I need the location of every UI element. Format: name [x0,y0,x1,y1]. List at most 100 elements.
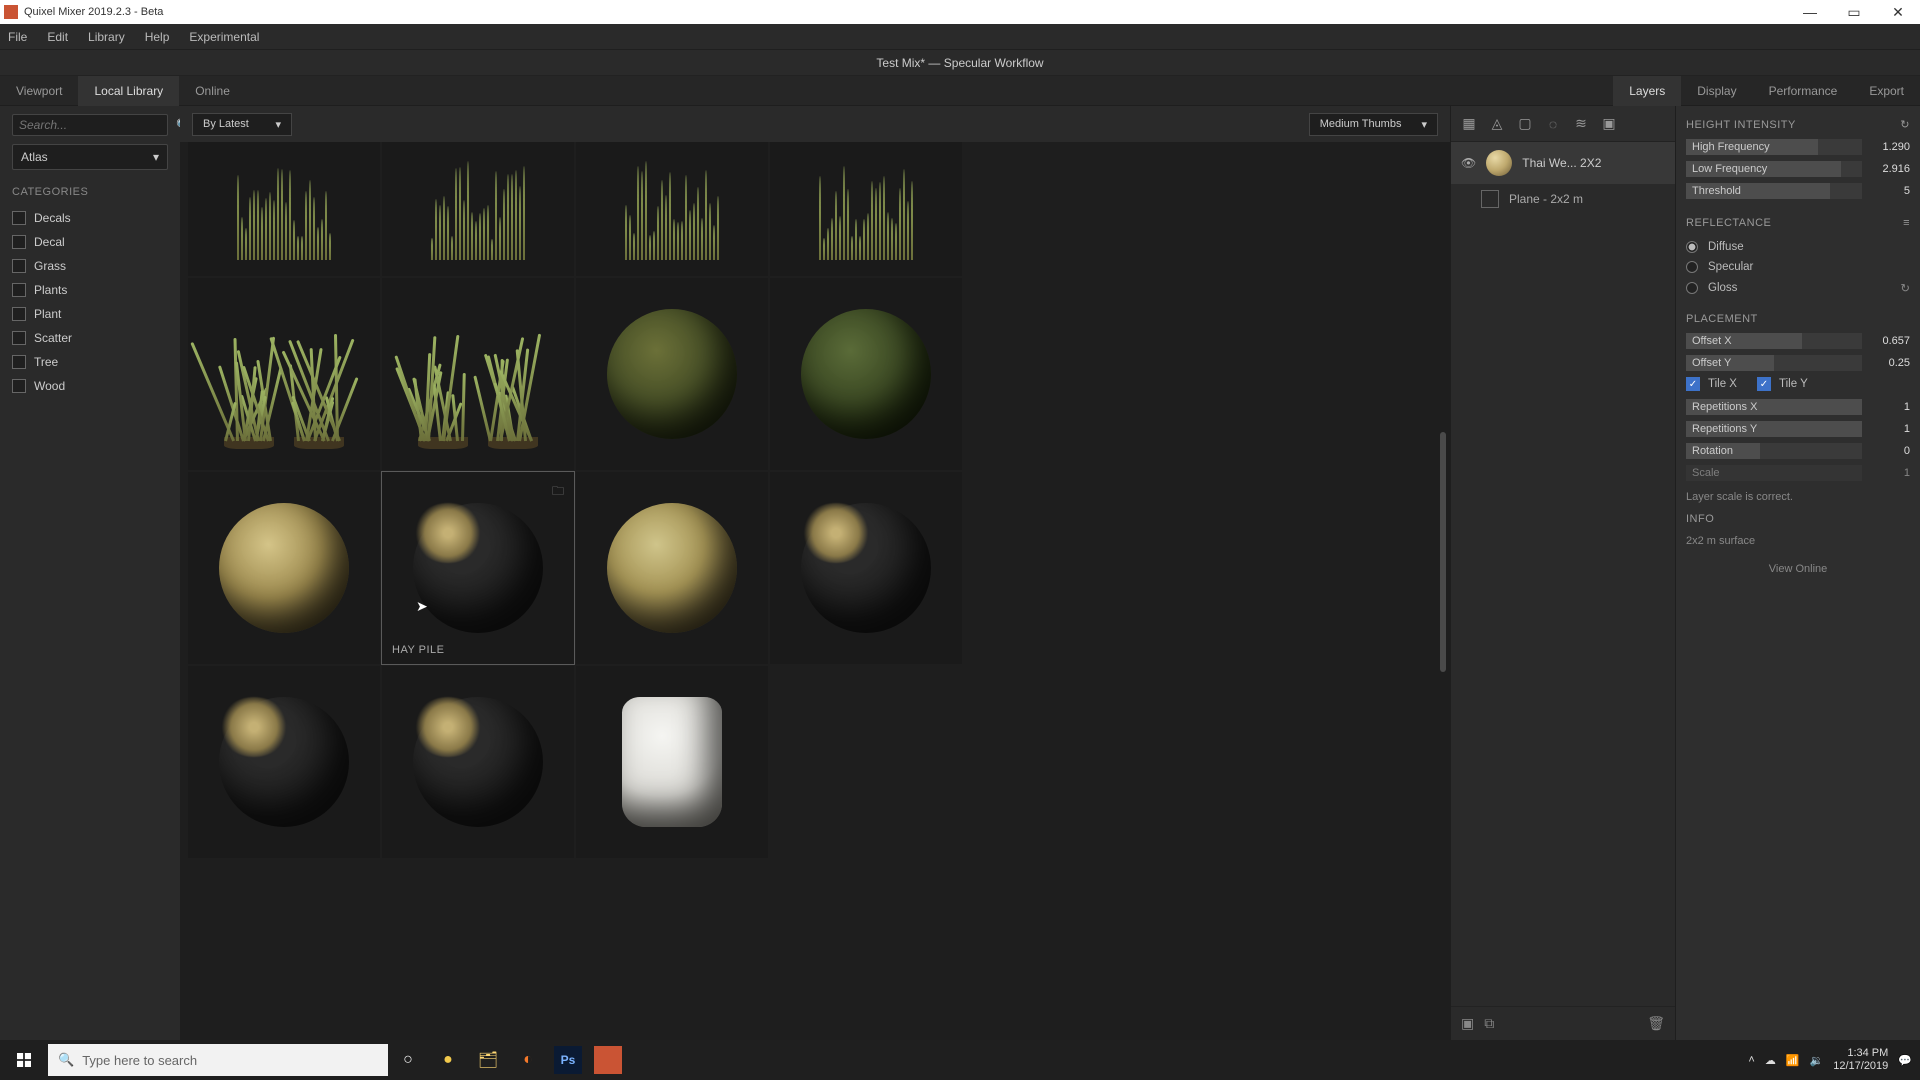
tab-local-library[interactable]: Local Library [78,76,179,106]
layer-item[interactable]: 👁 Thai We... 2X2 [1451,142,1675,184]
close-button[interactable]: ✕ [1876,0,1920,24]
add-surface-icon[interactable]: ▦ [1461,116,1477,132]
system-tray[interactable]: ˄ ☁ 📶 🔉 1:34 PM 12/17/2019 💬 [1748,1047,1920,1073]
repetitions-x-value[interactable]: 1 [1870,401,1910,413]
category-wood[interactable]: Wood [12,374,168,398]
category-scatter[interactable]: Scatter [12,326,168,350]
repetitions-y-value[interactable]: 1 [1870,423,1910,435]
threshold-value[interactable]: 5 [1870,185,1910,197]
tile-x-checkbox[interactable]: ✓Tile X [1686,377,1737,391]
visibility-icon[interactable]: 👁 [1461,156,1476,170]
trash-icon[interactable]: 🗑 [1647,1015,1665,1032]
asset-thumb[interactable] [382,666,574,858]
tray-cloud-icon[interactable]: ☁ [1765,1054,1776,1067]
menu-file[interactable]: File [8,30,27,44]
checkbox[interactable] [12,259,26,273]
checkbox[interactable] [12,331,26,345]
tray-volume-icon[interactable]: 🔉 [1810,1054,1824,1067]
checkbox[interactable] [12,235,26,249]
search-input[interactable] [19,118,176,132]
category-grass[interactable]: Grass [12,254,168,278]
taskbar-explorer-icon[interactable]: 🗂 [468,1040,508,1080]
asset-thumb[interactable] [770,142,962,276]
offset-x-value[interactable]: 0.657 [1870,335,1910,347]
reflectance-gloss[interactable]: Gloss↻ [1686,277,1910,299]
thumb-size-dropdown[interactable]: Medium Thumbs▾ [1309,113,1438,136]
tile-y-checkbox[interactable]: ✓Tile Y [1757,377,1808,391]
reset-icon[interactable]: ↻ [1900,118,1910,131]
offset-x-slider[interactable]: Offset X [1686,333,1862,349]
high-frequency-slider[interactable]: High Frequency [1686,139,1862,155]
repetitions-y-slider[interactable]: Repetitions Y [1686,421,1862,437]
taskbar-search[interactable]: 🔍 Type here to search [48,1044,388,1076]
maximize-button[interactable]: ▭ [1832,0,1876,24]
menu-icon[interactable]: ≡ [1903,217,1910,229]
add-noise-icon[interactable]: ≋ [1573,116,1589,132]
repetitions-x-slider[interactable]: Repetitions X [1686,399,1862,415]
tab-layers[interactable]: Layers [1613,76,1681,106]
scrollbar[interactable] [1440,142,1448,1040]
layer-base[interactable]: Plane - 2x2 m [1451,184,1675,214]
tab-performance[interactable]: Performance [1753,76,1854,106]
asset-thumb[interactable] [576,472,768,664]
menu-library[interactable]: Library [88,30,125,44]
reflectance-diffuse[interactable]: Diffuse [1686,237,1910,257]
rotation-slider[interactable]: Rotation [1686,443,1862,459]
tab-export[interactable]: Export [1853,76,1920,106]
asset-thumb[interactable] [188,278,380,470]
add-atlas-icon[interactable]: ◬ [1489,116,1505,132]
category-tree[interactable]: Tree [12,350,168,374]
asset-thumb[interactable] [576,142,768,276]
tray-notifications-icon[interactable]: 💬 [1898,1054,1912,1067]
reflectance-specular[interactable]: Specular [1686,257,1910,277]
library-type-dropdown[interactable]: Atlas ▾ [12,144,168,170]
checkbox[interactable] [12,307,26,321]
cortana-icon[interactable]: ○ [388,1040,428,1080]
tab-display[interactable]: Display [1681,76,1752,106]
asset-thumb[interactable] [576,278,768,470]
add-paint-icon[interactable]: ▣ [1601,116,1617,132]
taskbar-blender-icon[interactable]: ◐ [508,1040,548,1080]
start-button[interactable] [0,1040,48,1080]
asset-thumb[interactable] [382,142,574,276]
category-decal[interactable]: Decal [12,230,168,254]
view-online-link[interactable]: View Online [1686,563,1910,575]
duplicate-icon[interactable]: ⧉ [1484,1015,1494,1032]
tab-viewport[interactable]: Viewport [0,76,78,106]
category-plants[interactable]: Plants [12,278,168,302]
checkbox[interactable] [12,211,26,225]
tray-chevron-icon[interactable]: ˄ [1748,1054,1754,1066]
checkbox[interactable] [12,379,26,393]
category-plant[interactable]: Plant [12,302,168,326]
add-solid-icon[interactable]: ▢ [1517,116,1533,132]
add-liquid-icon[interactable]: ◌ [1545,116,1561,132]
search-box[interactable]: 🔍 [12,114,168,136]
menu-experimental[interactable]: Experimental [189,30,259,44]
reset-icon[interactable]: ↻ [1900,281,1910,295]
category-decals[interactable]: Decals [12,206,168,230]
checkbox[interactable] [12,355,26,369]
asset-thumb[interactable] [770,472,962,664]
tab-online[interactable]: Online [179,76,246,106]
low-frequency-slider[interactable]: Low Frequency [1686,161,1862,177]
rotation-value[interactable]: 0 [1870,445,1910,457]
asset-thumb[interactable] [576,666,768,858]
sort-dropdown[interactable]: By Latest▾ [192,113,292,136]
offset-y-slider[interactable]: Offset Y [1686,355,1862,371]
taskbar-photoshop-icon[interactable]: Ps [554,1046,582,1074]
asset-thumb[interactable] [188,666,380,858]
taskbar-mixer-icon[interactable] [594,1046,622,1074]
group-icon[interactable]: ▣ [1461,1015,1474,1032]
minimize-button[interactable]: — [1788,0,1832,24]
checkbox[interactable] [12,283,26,297]
asset-thumb[interactable] [188,472,380,664]
high-frequency-value[interactable]: 1.290 [1870,141,1910,153]
asset-thumb-hovered[interactable]: 🗀 HAY PILE ➤ [382,472,574,664]
asset-thumb[interactable] [770,278,962,470]
taskbar-clock[interactable]: 1:34 PM 12/17/2019 [1833,1047,1888,1073]
taskbar-chrome-icon[interactable]: ● [428,1040,468,1080]
asset-thumb[interactable] [188,142,380,276]
menu-edit[interactable]: Edit [47,30,68,44]
low-frequency-value[interactable]: 2.916 [1870,163,1910,175]
threshold-slider[interactable]: Threshold [1686,183,1862,199]
